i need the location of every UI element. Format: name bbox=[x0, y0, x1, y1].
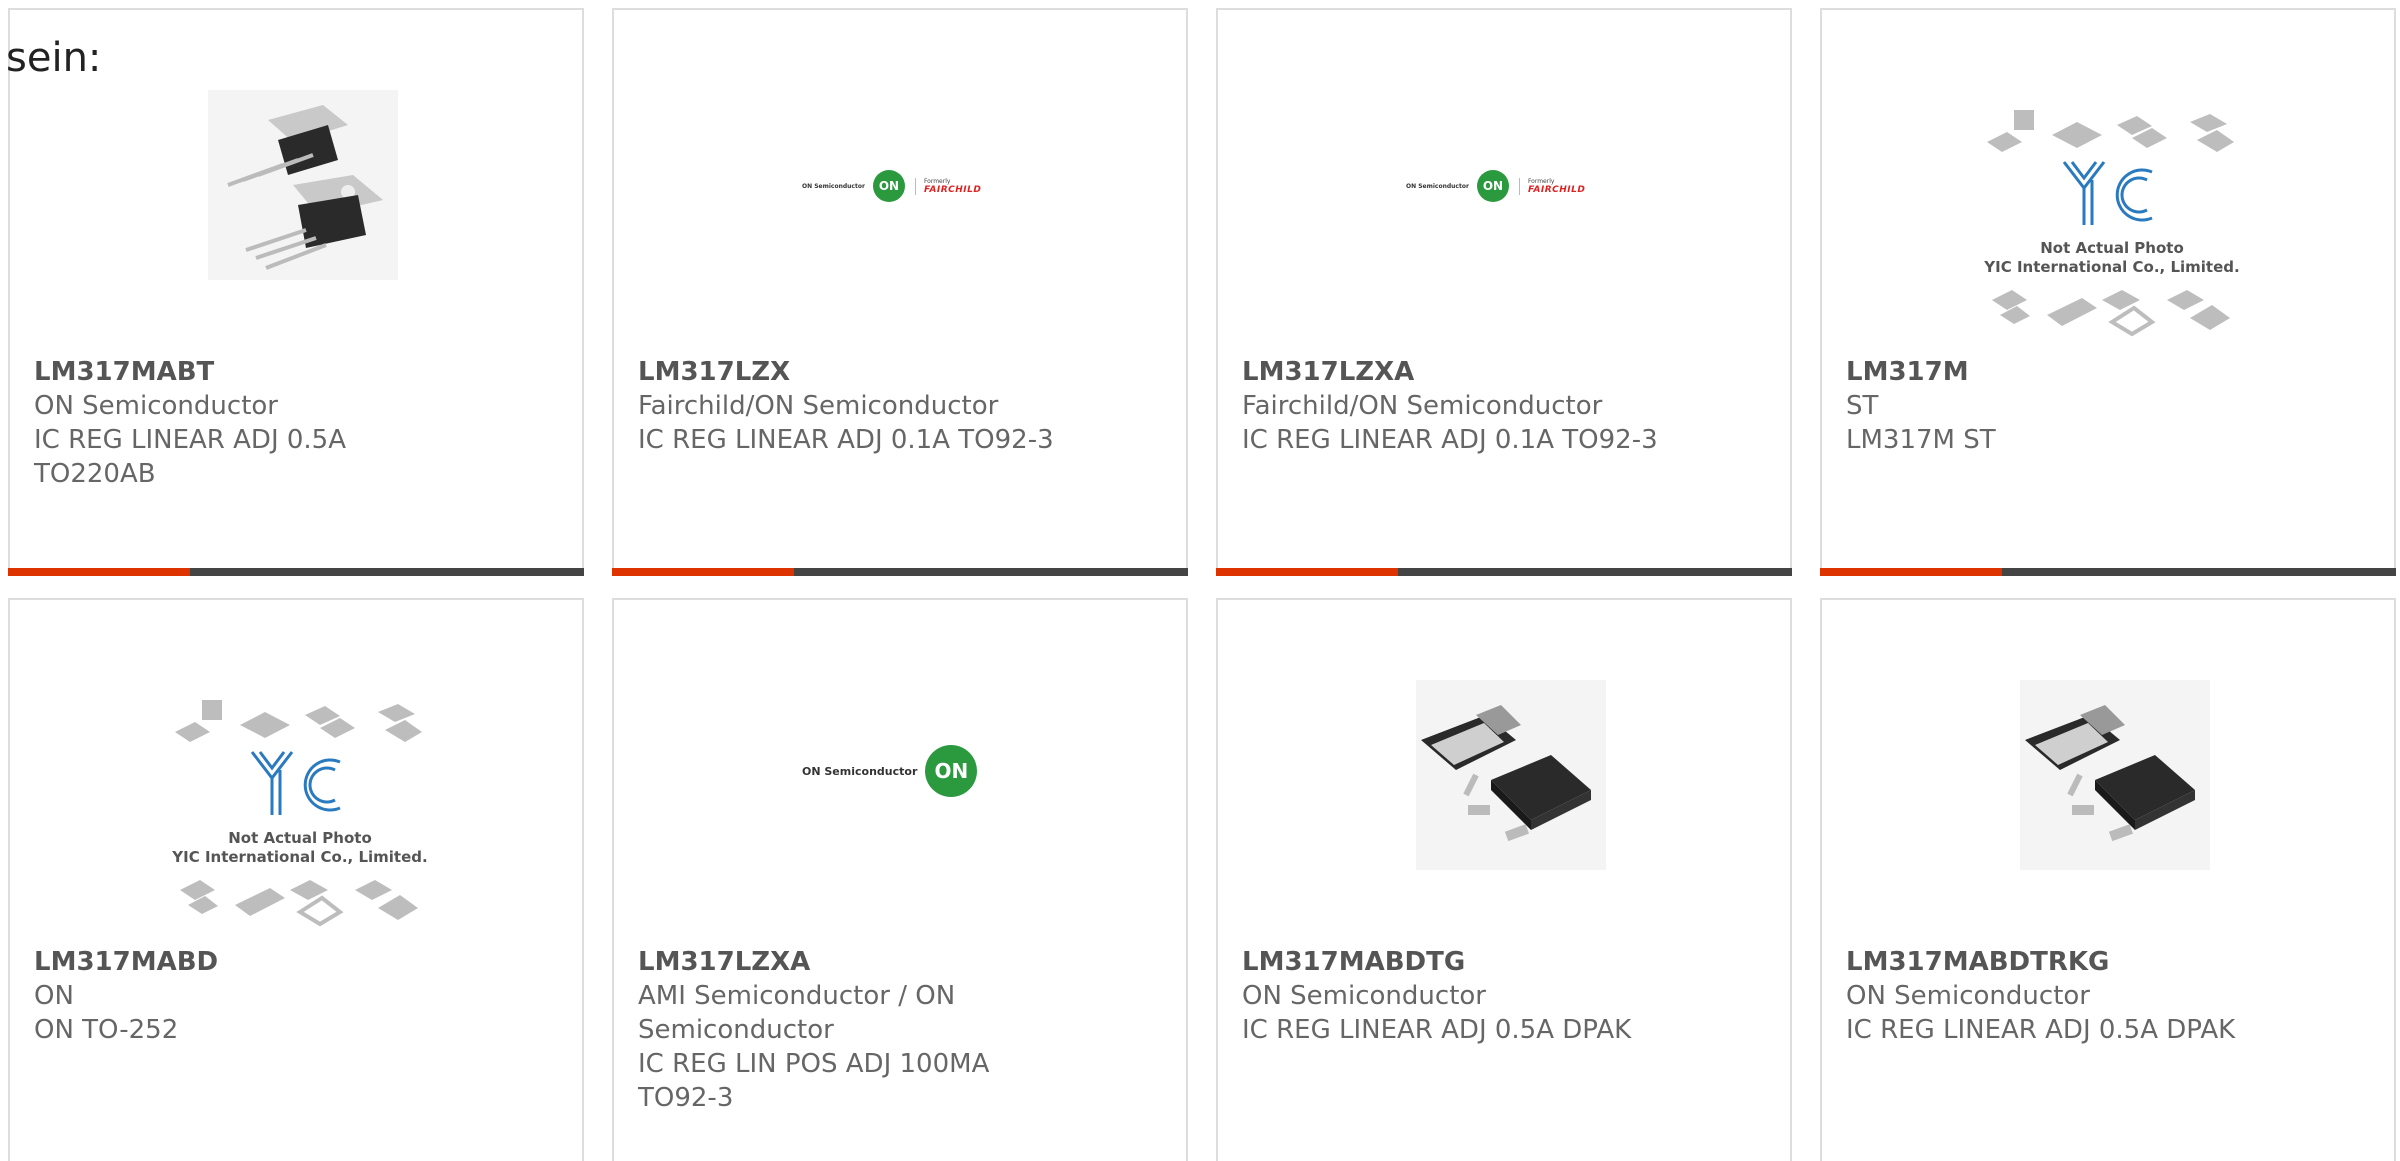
intro-text: sein: bbox=[6, 35, 102, 81]
part-number-link[interactable]: LM317M bbox=[1846, 355, 2276, 389]
product-text: LM317LZXA Fairchild/ON Semiconductor IC … bbox=[1242, 355, 1672, 457]
product-image-area: ON Semiconductor ON Formerly FAIRCHILD bbox=[1218, 10, 1790, 340]
dpak-photo-icon bbox=[1416, 680, 1606, 870]
product-text: LM317LZXA AMI Semiconductor / ON Semicon… bbox=[638, 945, 1068, 1115]
part-number-link[interactable]: LM317LZX bbox=[638, 355, 1068, 389]
card-bottom-bar bbox=[612, 568, 1188, 576]
description-label: IC REG LINEAR ADJ 0.5A DPAK bbox=[1846, 1015, 2236, 1045]
manufacturer-label: Fairchild/ON Semiconductor bbox=[1242, 391, 1603, 421]
product-image-area: ON Semiconductor ON bbox=[614, 600, 1186, 930]
yic-placeholder-icon: Not Actual Photo YIC International Co., … bbox=[171, 700, 428, 927]
product-card[interactable]: LM317MABDTRKG ON Semiconductor IC REG LI… bbox=[1820, 598, 2396, 1161]
product-card[interactable]: ON Semiconductor ON Formerly FAIRCHILD L… bbox=[612, 8, 1188, 576]
yic-placeholder-icon: Not Actual Photo YIC International Co., … bbox=[1983, 110, 2240, 337]
part-number-link[interactable]: LM317MABT bbox=[34, 355, 464, 389]
on-logo-icon: ON bbox=[925, 745, 978, 797]
to220-photo-icon bbox=[208, 90, 398, 280]
fairchild-logo: Formerly FAIRCHILD bbox=[914, 177, 982, 195]
on-semiconductor-wordmark: ON Semiconductor bbox=[1406, 182, 1469, 190]
product-image-area: Not Actual Photo YIC International Co., … bbox=[1822, 10, 2394, 340]
on-semiconductor-logo: ON Semiconductor ON bbox=[802, 745, 978, 797]
manufacturer-label: ON bbox=[34, 981, 74, 1011]
manufacturer-label: ST bbox=[1846, 391, 1879, 421]
card-bottom-bar bbox=[1216, 568, 1792, 576]
card-bottom-bar bbox=[1820, 568, 2396, 576]
part-number-link[interactable]: LM317MABDTG bbox=[1242, 945, 1672, 979]
svg-text:Not Actual Photo: Not Actual Photo bbox=[228, 829, 372, 847]
manufacturer-label: ON Semiconductor bbox=[1242, 981, 1486, 1011]
product-card[interactable]: LM317MABDTG ON Semiconductor IC REG LINE… bbox=[1216, 598, 1792, 1161]
manufacturer-label: ON Semiconductor bbox=[1846, 981, 2090, 1011]
product-card[interactable]: ON Semiconductor ON LM317LZXA AMI Semico… bbox=[612, 598, 1188, 1161]
product-text: LM317MABT ON Semiconductor IC REG LINEAR… bbox=[34, 355, 464, 491]
part-number-link[interactable]: LM317MABD bbox=[34, 945, 464, 979]
description-label: IC REG LINEAR ADJ 0.5A TO220AB bbox=[34, 425, 347, 489]
product-text: LM317LZX Fairchild/ON Semiconductor IC R… bbox=[638, 355, 1068, 457]
product-text: LM317M ST LM317M ST bbox=[1846, 355, 2276, 457]
on-fairchild-logo: ON Semiconductor ON Formerly FAIRCHILD bbox=[802, 170, 981, 202]
on-logo-icon: ON bbox=[1476, 170, 1509, 202]
on-semiconductor-wordmark: ON Semiconductor bbox=[802, 182, 865, 190]
on-logo-icon: ON bbox=[872, 170, 905, 202]
svg-text:YIC International Co., Limited: YIC International Co., Limited. bbox=[1983, 258, 2239, 276]
part-number-link[interactable]: LM317LZXA bbox=[1242, 355, 1672, 389]
fairchild-wordmark: FAIRCHILD bbox=[923, 184, 982, 195]
product-card[interactable]: Not Actual Photo YIC International Co., … bbox=[8, 598, 584, 1161]
card-accent-bar bbox=[1820, 568, 2002, 576]
fairchild-wordmark: FAIRCHILD bbox=[1527, 184, 1586, 195]
product-text: LM317MABDTG ON Semiconductor IC REG LINE… bbox=[1242, 945, 1672, 1047]
card-accent-bar bbox=[8, 568, 190, 576]
description-label: IC REG LIN POS ADJ 100MA TO92-3 bbox=[638, 1049, 990, 1113]
manufacturer-label: ON Semiconductor bbox=[34, 391, 278, 421]
product-image-area: Not Actual Photo YIC International Co., … bbox=[10, 600, 582, 930]
description-label: ON TO-252 bbox=[34, 1015, 179, 1045]
part-number-link[interactable]: LM317MABDTRKG bbox=[1846, 945, 2276, 979]
dpak-photo-icon bbox=[2020, 680, 2210, 870]
card-accent-bar bbox=[612, 568, 794, 576]
manufacturer-label: AMI Semiconductor / ON Semiconductor bbox=[638, 981, 956, 1045]
product-text: LM317MABD ON ON TO-252 bbox=[34, 945, 464, 1047]
description-label: IC REG LINEAR ADJ 0.5A DPAK bbox=[1242, 1015, 1632, 1045]
on-semiconductor-wordmark: ON Semiconductor bbox=[802, 764, 918, 778]
part-number-link[interactable]: LM317LZXA bbox=[638, 945, 1068, 979]
product-card[interactable]: LM317MABT ON Semiconductor IC REG LINEAR… bbox=[8, 8, 584, 576]
on-fairchild-logo: ON Semiconductor ON Formerly FAIRCHILD bbox=[1406, 170, 1585, 202]
fairchild-logo: Formerly FAIRCHILD bbox=[1518, 177, 1586, 195]
product-card[interactable]: ON Semiconductor ON Formerly FAIRCHILD L… bbox=[1216, 8, 1792, 576]
manufacturer-label: Fairchild/ON Semiconductor bbox=[638, 391, 999, 421]
card-bottom-bar bbox=[8, 568, 584, 576]
description-label: IC REG LINEAR ADJ 0.1A TO92-3 bbox=[638, 425, 1054, 455]
product-image-area bbox=[1822, 600, 2394, 930]
formerly-label: Formerly bbox=[1527, 177, 1555, 185]
description-label: IC REG LINEAR ADJ 0.1A TO92-3 bbox=[1242, 425, 1658, 455]
product-image-area bbox=[1218, 600, 1790, 930]
description-label: LM317M ST bbox=[1846, 425, 1996, 455]
formerly-label: Formerly bbox=[923, 177, 951, 185]
svg-text:Not Actual Photo: Not Actual Photo bbox=[2040, 239, 2184, 257]
svg-text:YIC International Co., Limited: YIC International Co., Limited. bbox=[171, 848, 427, 866]
card-accent-bar bbox=[1216, 568, 1398, 576]
product-text: LM317MABDTRKG ON Semiconductor IC REG LI… bbox=[1846, 945, 2276, 1047]
product-image-area: ON Semiconductor ON Formerly FAIRCHILD bbox=[614, 10, 1186, 340]
product-card[interactable]: Not Actual Photo YIC International Co., … bbox=[1820, 8, 2396, 576]
product-grid-page: sein: LM317MABT ON Semiconductor IC REG … bbox=[0, 0, 2400, 1161]
